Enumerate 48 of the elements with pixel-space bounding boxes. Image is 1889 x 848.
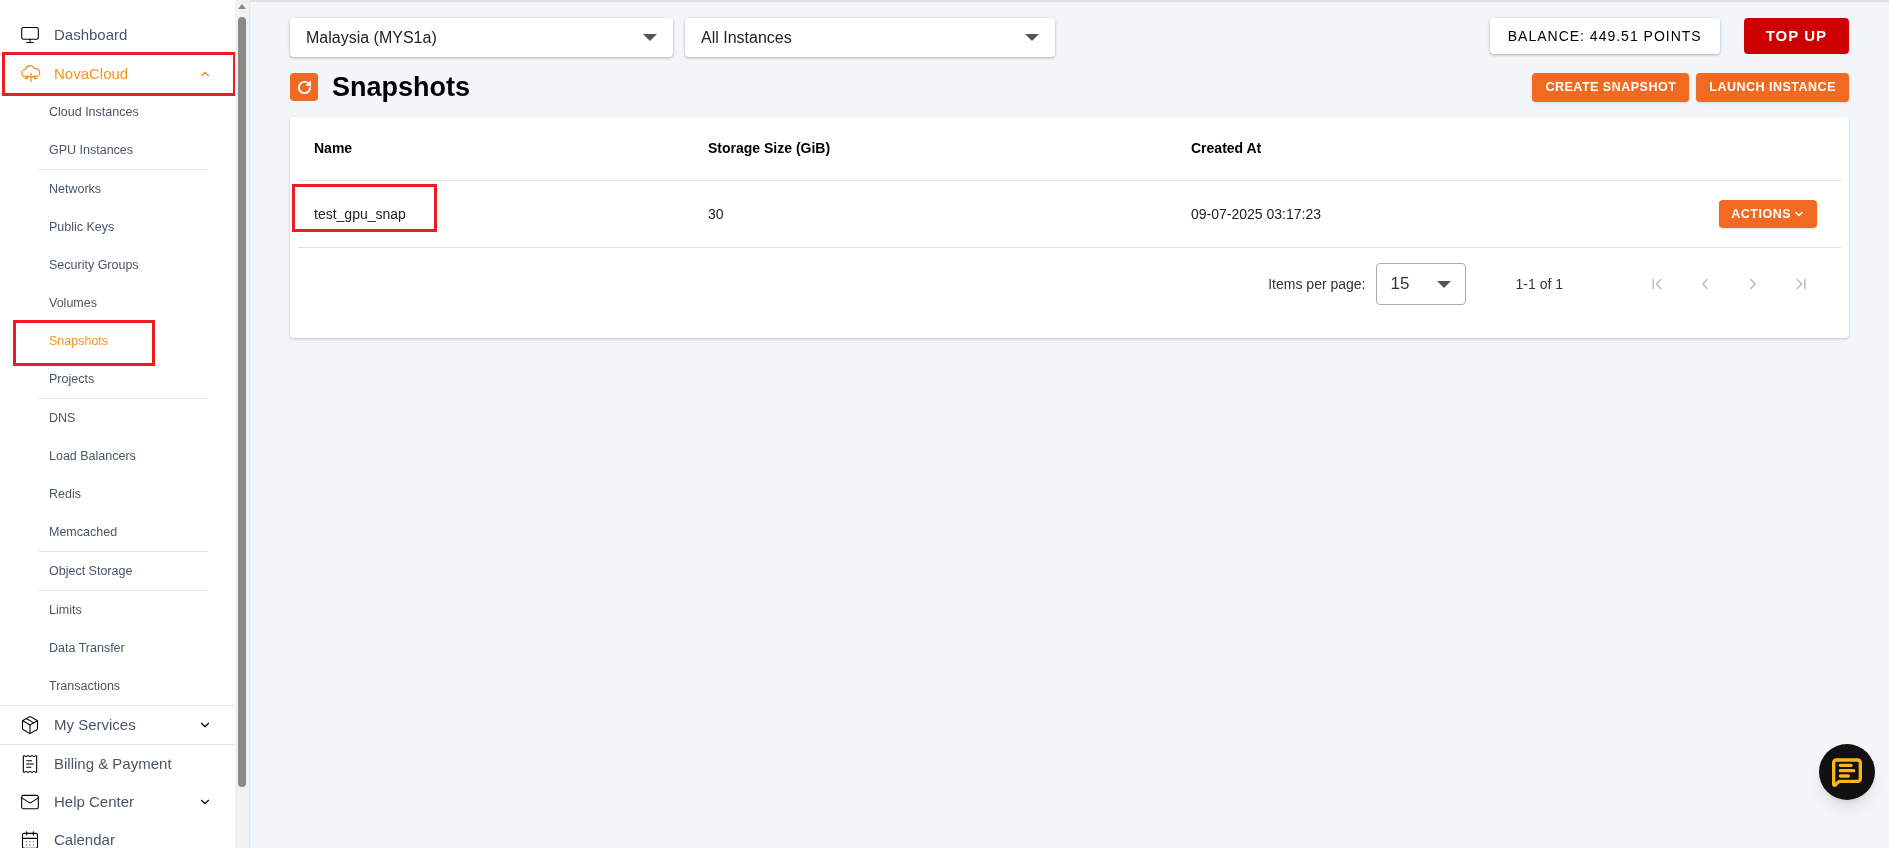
dropdown-field[interactable]: All Instances bbox=[685, 18, 1055, 57]
submenu-item[interactable]: Public Keys bbox=[39, 208, 208, 246]
sidebar-item[interactable]: Dashboard bbox=[20, 16, 216, 54]
submenu-item[interactable]: Object Storage bbox=[39, 552, 208, 590]
submenu-item[interactable]: DNS bbox=[39, 399, 208, 437]
refresh-icon bbox=[296, 79, 312, 95]
cloud-icon bbox=[20, 63, 42, 85]
submenu-item[interactable]: Cloud Instances bbox=[39, 93, 208, 131]
submenu-item[interactable]: Load Balancers bbox=[39, 437, 208, 475]
column-header: Name bbox=[313, 139, 354, 158]
scrollbar[interactable] bbox=[235, 0, 249, 848]
chat-icon bbox=[1831, 756, 1863, 788]
column-header: Created At bbox=[1190, 139, 1263, 158]
items-per-page-label: Items per page: bbox=[1268, 274, 1366, 294]
dropdown-field[interactable]: Malaysia (MYS1a) bbox=[290, 18, 673, 57]
column-header: Storage Size (GiB) bbox=[707, 139, 832, 158]
dropdown-arrow-icon bbox=[1436, 280, 1451, 288]
nav-icon bbox=[20, 754, 40, 774]
sidebar-item[interactable]: Billing & Payment bbox=[20, 745, 216, 783]
refresh-button[interactable] bbox=[290, 73, 318, 101]
sidebar-item[interactable]: Calendar bbox=[20, 821, 216, 848]
table-cell-text: 30 bbox=[707, 204, 724, 224]
sidebar-item[interactable]: My Services bbox=[20, 706, 216, 744]
nav-icon bbox=[20, 830, 40, 848]
dropdown-arrow-icon bbox=[643, 34, 657, 41]
page-range: 1-1 of 1 bbox=[1515, 274, 1563, 294]
chat-button[interactable] bbox=[1819, 744, 1875, 800]
nav-icon bbox=[20, 25, 40, 45]
submenu-item[interactable]: GPU Instances bbox=[39, 131, 208, 169]
submenu-item[interactable]: Networks bbox=[39, 170, 208, 208]
submenu-item[interactable]: Memcached bbox=[39, 513, 208, 551]
dropdown-arrow-icon bbox=[1025, 34, 1039, 41]
submenu-item[interactable]: Data Transfer bbox=[39, 629, 208, 667]
top-up-button[interactable]: TOP UP bbox=[1743, 18, 1849, 54]
submenu-item[interactable]: Projects bbox=[39, 360, 208, 398]
balance-badge: BALANCE: 449.51 POINTS bbox=[1489, 18, 1720, 54]
page-size-select[interactable]: 15 bbox=[1375, 263, 1466, 305]
submenu-item[interactable]: Transactions bbox=[39, 667, 208, 705]
submenu-item[interactable]: Volumes bbox=[39, 284, 208, 322]
table-cell: test_gpu_snap bbox=[314, 205, 406, 222]
nav-icon bbox=[20, 792, 40, 812]
sidebar-item[interactable]: Help Center bbox=[20, 783, 216, 821]
submenu-item[interactable]: Limits bbox=[39, 591, 208, 629]
submenu-item[interactable]: Security Groups bbox=[39, 246, 208, 284]
submenu-item[interactable]: Redis bbox=[39, 475, 208, 513]
table-cell-text: 09-07-2025 03:17:23 bbox=[1190, 204, 1321, 224]
nav-icon bbox=[20, 715, 40, 735]
page-title: Snapshots bbox=[332, 70, 471, 104]
